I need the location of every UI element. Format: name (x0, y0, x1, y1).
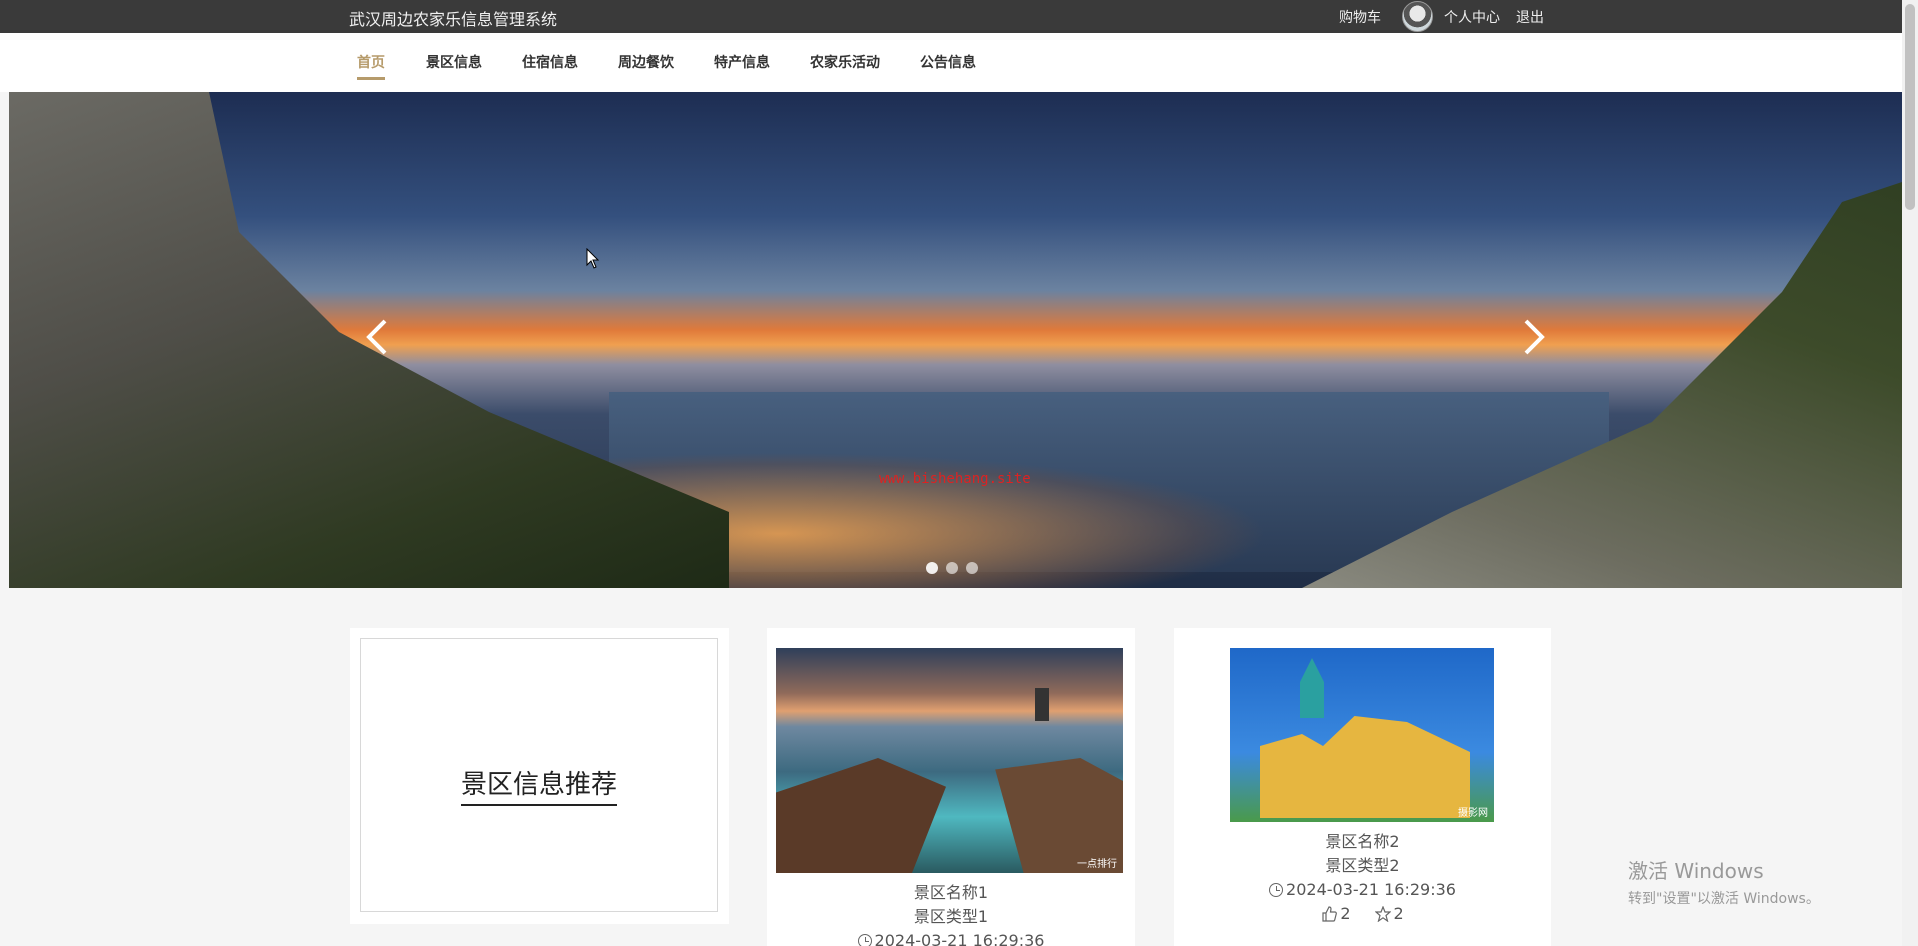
avatar[interactable] (1402, 1, 1433, 32)
clock-icon (1269, 883, 1284, 897)
logout-link[interactable]: 退出 (1516, 7, 1544, 27)
scenic-card-2[interactable]: 摄影网 景区名称2 景区类型2 2024-03-21 16:29:36 2 2 (1174, 628, 1551, 946)
nav-item-activities[interactable]: 农家乐活动 (810, 52, 880, 72)
recommend-title: 景区信息推荐 (460, 770, 617, 806)
scenic-name: 景区名称1 (913, 883, 989, 902)
scrollbar-thumb[interactable] (1905, 4, 1915, 210)
windows-activation-watermark: 激活 Windows 转到"设置"以激活 Windows。 (1628, 859, 1820, 907)
nav-item-lodging[interactable]: 住宿信息 (522, 52, 578, 72)
hero-carousel[interactable]: www.bishehang.site (9, 92, 1902, 588)
scenic-type: 景区类型2 (1325, 856, 1400, 875)
cart-link[interactable]: 购物车 (1339, 7, 1381, 27)
nav-item-dining[interactable]: 周边餐饮 (618, 52, 674, 72)
user-center-link[interactable]: 个人中心 (1444, 7, 1500, 27)
nav-item-notices[interactable]: 公告信息 (920, 52, 976, 72)
thumbs-up-icon (1322, 906, 1338, 922)
scenic-card-1[interactable]: 一点排行 景区名称1 景区类型1 2024-03-21 16:29:36 (767, 628, 1135, 946)
scenic-name: 景区名称2 (1325, 832, 1400, 851)
recommend-title-card: 景区信息推荐 (350, 628, 729, 924)
scenic-photo[interactable]: 摄影网 (1230, 648, 1494, 822)
top-bar: 武汉周边农家乐信息管理系统 购物车 个人中心 退出 (0, 0, 1902, 33)
main-nav: 首页 景区信息 住宿信息 周边餐饮 特产信息 农家乐活动 公告信息 (0, 33, 1902, 92)
chevron-left-icon (366, 319, 387, 355)
carousel-prev-button[interactable] (363, 317, 393, 357)
nav-item-scenic[interactable]: 景区信息 (426, 52, 482, 72)
nav-item-home[interactable]: 首页 (357, 52, 385, 80)
nav-item-specialty[interactable]: 特产信息 (714, 52, 770, 72)
like-button[interactable]: 2 (1321, 902, 1351, 926)
scenic-photo[interactable]: 一点排行 (776, 648, 1123, 873)
site-title: 武汉周边农家乐信息管理系统 (349, 10, 558, 29)
scenic-time: 2024-03-21 16:29:36 (874, 931, 1045, 946)
carousel-dot-1[interactable] (926, 562, 938, 574)
carousel-indicators (926, 562, 978, 574)
scenic-type: 景区类型1 (913, 907, 989, 926)
clock-icon (857, 934, 872, 946)
banner-watermark: www.bishehang.site (879, 471, 1031, 487)
favorite-button[interactable]: 2 (1374, 902, 1404, 926)
photo-credit: 摄影网 (1458, 808, 1488, 819)
scenic-time: 2024-03-21 16:29:36 (1286, 880, 1456, 899)
chevron-right-icon (1524, 319, 1545, 355)
carousel-next-button[interactable] (1518, 317, 1548, 357)
photo-credit: 一点排行 (1077, 859, 1117, 870)
star-icon (1374, 906, 1391, 922)
carousel-dot-3[interactable] (966, 562, 978, 574)
like-count: 2 (1340, 904, 1351, 923)
favorite-count: 2 (1393, 904, 1404, 923)
carousel-dot-2[interactable] (946, 562, 958, 574)
mouse-cursor-icon (586, 248, 600, 269)
page-scrollbar[interactable] (1902, 0, 1918, 946)
